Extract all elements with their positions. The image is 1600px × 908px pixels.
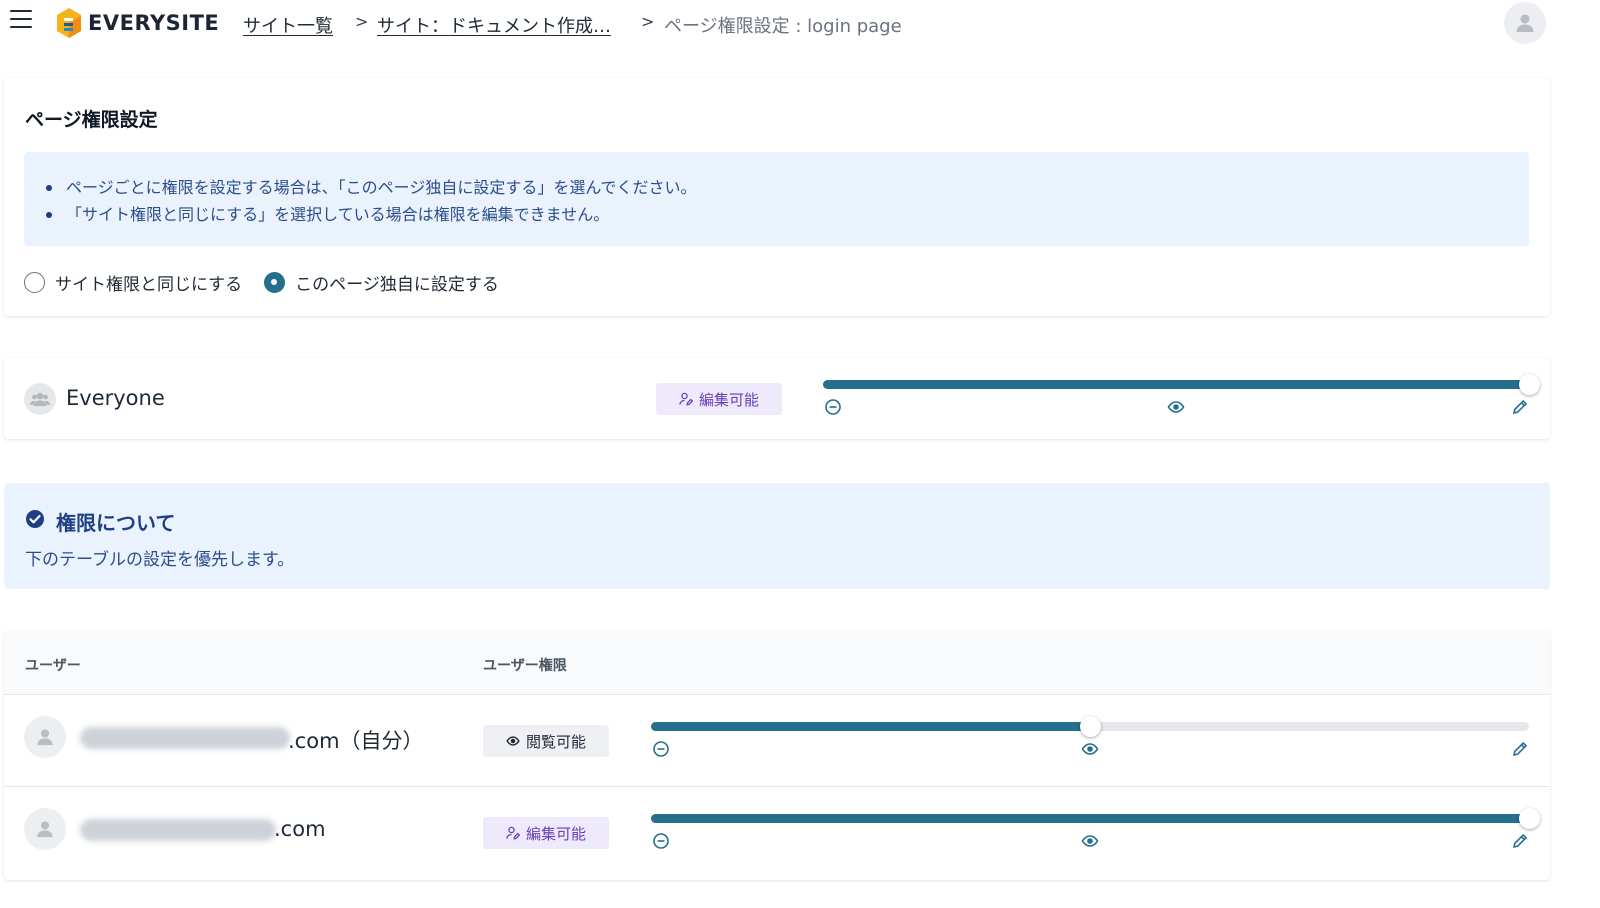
user-email: .com（自分）: [288, 729, 424, 753]
minus-circle-icon[interactable]: [824, 398, 842, 416]
user-icon: [1516, 14, 1534, 32]
radio-label-same-as-site[interactable]: サイト権限と同じにする: [55, 270, 242, 295]
check-circle-icon: [26, 510, 44, 528]
redacted-email: [80, 819, 276, 841]
slider-thumb[interactable]: [1519, 374, 1540, 395]
breadcrumb-current: ページ権限設定 : login page: [664, 16, 902, 37]
info-item: ページごとに権限を設定する場合は、「このページ独自に設定する」を選んでください。: [46, 174, 1529, 201]
slider-thumb[interactable]: [1519, 808, 1540, 829]
account-avatar[interactable]: [1504, 2, 1546, 44]
menu-icon[interactable]: [10, 10, 32, 32]
avatar: [24, 808, 66, 850]
pencil-icon[interactable]: [1511, 832, 1529, 850]
user-icon: [37, 821, 53, 838]
user-edit-icon: [679, 392, 693, 406]
table-row: .com 編集可能: [4, 787, 1550, 879]
minus-circle-icon[interactable]: [652, 832, 670, 850]
permission-badge: 編集可能: [656, 383, 782, 415]
slider-fill: [823, 380, 1529, 389]
radio-same-as-site[interactable]: [24, 272, 45, 293]
breadcrumb-separator: >: [641, 12, 655, 31]
avatar: [24, 716, 66, 758]
permission-slider[interactable]: [823, 374, 1540, 420]
column-header-user: ユーザー: [25, 658, 81, 674]
slider-fill: [651, 814, 1529, 823]
logo-text: EVERYSITE: [88, 11, 220, 35]
permission-badge-label: 閲覧可能: [525, 732, 586, 751]
notice-text: 下のテーブルの設定を優先します。: [25, 550, 295, 570]
permission-slider[interactable]: [651, 808, 1540, 854]
permission-badge-label: 編集可能: [525, 824, 586, 843]
table-header: ユーザー ユーザー権限: [4, 631, 1550, 695]
user-email: .com: [274, 817, 326, 841]
slider-fill: [651, 722, 1090, 731]
redacted-email: [80, 727, 290, 749]
column-header-permission: ユーザー権限: [483, 658, 567, 674]
breadcrumb-separator: >: [355, 12, 369, 31]
permission-badge: 閲覧可能: [483, 725, 609, 757]
user-edit-icon: [506, 826, 520, 840]
notice-title: 権限について: [56, 511, 176, 535]
permission-badge: 編集可能: [483, 817, 609, 849]
info-box: ページごとに権限を設定する場合は、「このページ独自に設定する」を選んでください。…: [24, 152, 1529, 246]
slider-thumb[interactable]: [1080, 716, 1101, 737]
pencil-icon[interactable]: [1511, 398, 1529, 416]
page-permission-card: ページ権限設定 ページごとに権限を設定する場合は、「このページ独自に設定する」を…: [4, 78, 1550, 316]
everyone-label: Everyone: [66, 386, 165, 410]
eye-icon[interactable]: [1081, 740, 1099, 758]
table-row: .com（自分） 閲覧可能: [4, 695, 1550, 787]
minus-circle-icon[interactable]: [652, 740, 670, 758]
logo-mark-icon: [57, 8, 81, 38]
eye-icon: [506, 736, 520, 746]
breadcrumb-site[interactable]: サイト：ドキュメント作成…: [377, 12, 611, 38]
radio-page-specific[interactable]: [264, 272, 286, 293]
permission-slider[interactable]: [651, 716, 1529, 762]
user-permission-table: ユーザー ユーザー権限 .com（自分） 閲覧可能 .com 編集可能: [4, 631, 1550, 880]
info-item: 「サイト権限と同じにする」を選択している場合は権限を編集できません。: [46, 201, 1529, 228]
pencil-icon[interactable]: [1511, 740, 1529, 758]
permission-mode-radio-group: サイト権限と同じにする このページ独自に設定する: [24, 270, 521, 295]
group-avatar: [24, 383, 56, 415]
eye-icon[interactable]: [1167, 398, 1185, 416]
radio-label-page-specific[interactable]: このページ独自に設定する: [295, 270, 499, 295]
logo[interactable]: EVERYSITE: [54, 6, 219, 40]
breadcrumb-site-list[interactable]: サイト一覧: [243, 12, 333, 38]
user-icon: [37, 729, 53, 746]
page-title: ページ権限設定: [25, 109, 158, 131]
permission-badge-label: 編集可能: [698, 390, 759, 409]
group-icon: [30, 392, 50, 406]
top-bar: EVERYSITE サイト一覧 > サイト：ドキュメント作成… > ページ権限設…: [0, 0, 1600, 50]
eye-icon[interactable]: [1081, 832, 1099, 850]
everyone-permission-card: Everyone 編集可能: [4, 358, 1550, 439]
permission-notice: 権限について 下のテーブルの設定を優先します。: [4, 483, 1550, 589]
